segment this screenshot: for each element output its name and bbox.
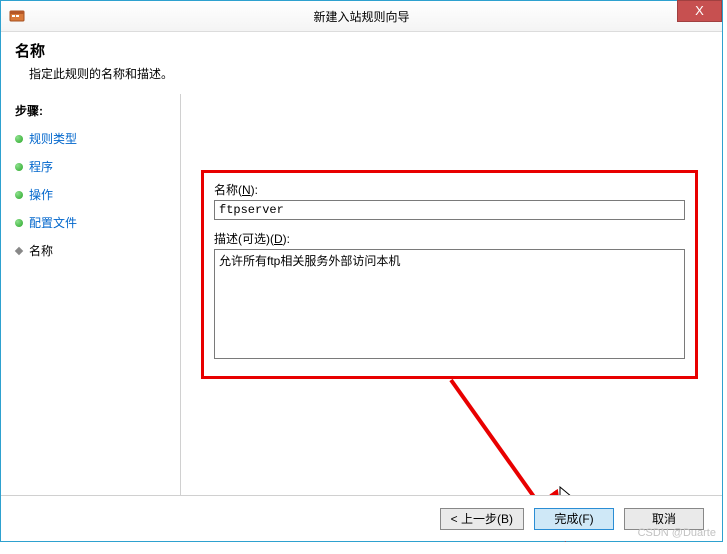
steps-title: 步骤:	[15, 102, 180, 119]
cancel-button[interactable]: 取消	[624, 508, 704, 530]
close-button[interactable]: X	[677, 0, 722, 22]
app-icon	[9, 8, 25, 24]
page-title: 名称	[15, 40, 708, 61]
steps-sidebar: 步骤: 规则类型 程序 操作 配置文件 名称	[1, 94, 181, 498]
page-subtitle: 指定此规则的名称和描述。	[29, 65, 708, 82]
wizard-body: 步骤: 规则类型 程序 操作 配置文件 名称	[1, 94, 722, 498]
rule-name-input[interactable]	[214, 200, 685, 220]
step-label: 名称	[29, 242, 53, 259]
name-field-label: 名称(N):	[214, 181, 685, 198]
wizard-main: 名称(N): 描述(可选)(D):	[181, 94, 722, 498]
bullet-icon	[15, 246, 23, 254]
bullet-icon	[15, 191, 23, 199]
finish-button[interactable]: 完成(F)	[534, 508, 614, 530]
back-button[interactable]: < 上一步(B)	[440, 508, 524, 530]
annotation-highlight: 名称(N): 描述(可选)(D):	[201, 170, 698, 379]
step-label: 操作	[29, 186, 53, 203]
step-rule-type[interactable]: 规则类型	[15, 130, 180, 147]
bullet-icon	[15, 135, 23, 143]
step-name[interactable]: 名称	[15, 242, 180, 259]
wizard-header: 名称 指定此规则的名称和描述。	[1, 32, 722, 94]
title-bar: 新建入站规则向导 X	[1, 1, 722, 32]
step-label: 配置文件	[29, 214, 77, 231]
step-label: 规则类型	[29, 130, 77, 147]
window-title: 新建入站规则向导	[1, 8, 722, 25]
bullet-icon	[15, 163, 23, 171]
step-profile[interactable]: 配置文件	[15, 214, 180, 231]
wizard-footer: < 上一步(B) 完成(F) 取消	[1, 495, 722, 541]
step-label: 程序	[29, 158, 53, 175]
wizard-window: 新建入站规则向导 X 名称 指定此规则的名称和描述。 步骤: 规则类型 程序 操…	[0, 0, 723, 542]
desc-field-label: 描述(可选)(D):	[214, 230, 685, 247]
step-action[interactable]: 操作	[15, 186, 180, 203]
bullet-icon	[15, 219, 23, 227]
step-program[interactable]: 程序	[15, 158, 180, 175]
rule-description-textarea[interactable]	[214, 249, 685, 359]
